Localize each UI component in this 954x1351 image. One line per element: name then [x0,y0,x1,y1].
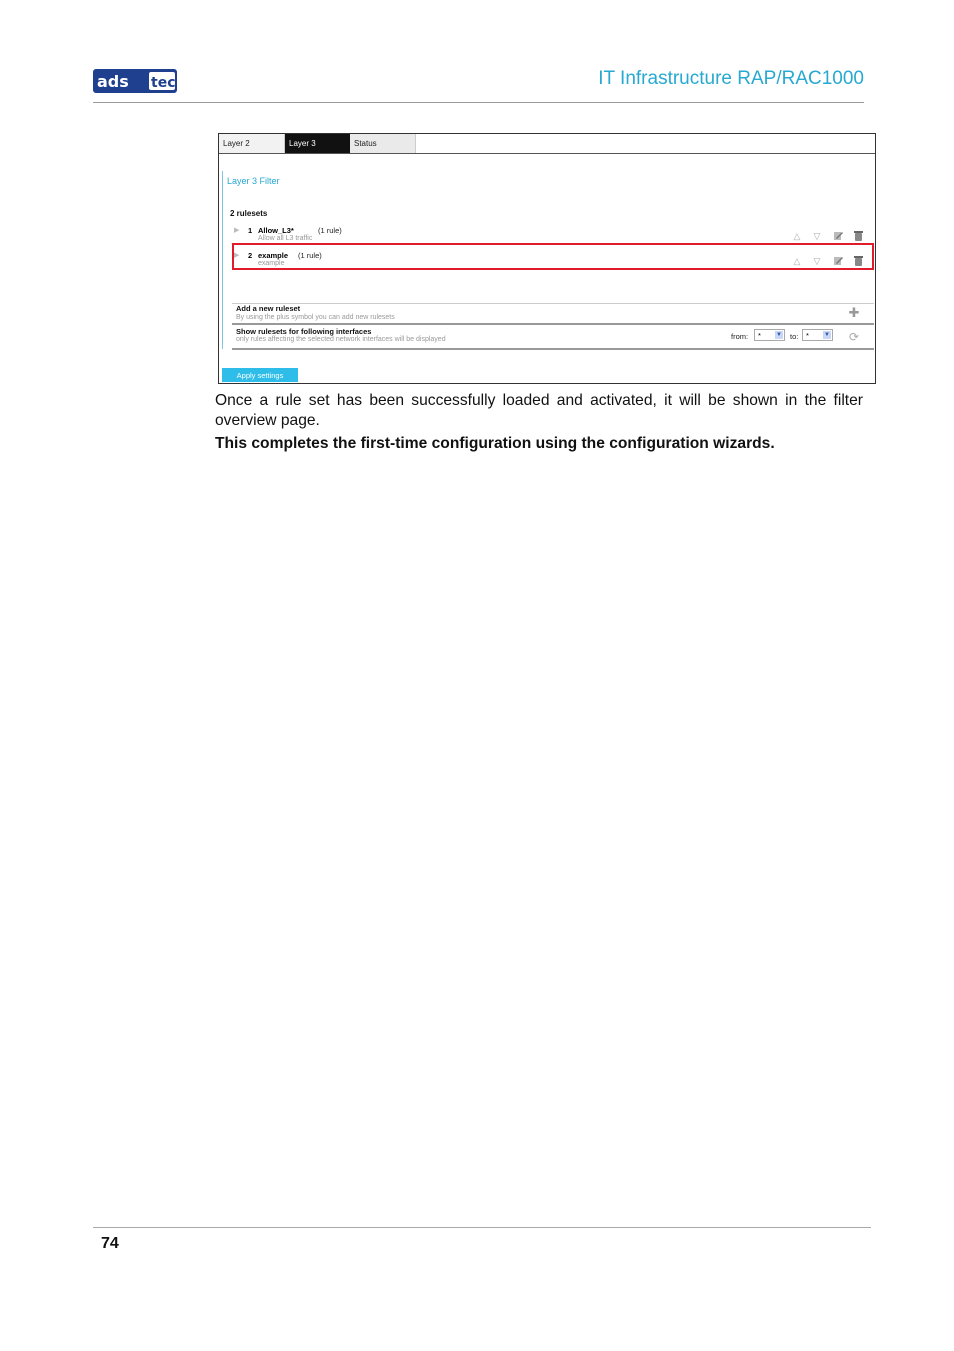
highlight-box [232,243,874,270]
ruleset-actions: △ ▽ [791,230,871,242]
ruleset-name: Allow_L3* [258,226,294,235]
tab-bar: Layer 2 Layer 3 Status [219,134,875,154]
ruleset-count: 2 rulesets [230,209,268,218]
tab-layer-3[interactable]: Layer 3 [285,134,350,153]
svg-text:tec: tec [151,75,176,91]
body-paragraph: Once a rule set has been successfully lo… [215,392,863,429]
interface-filter-title: Show rulesets for following interfaces [236,327,372,336]
move-down-icon[interactable]: ▽ [811,230,823,242]
from-interface-select[interactable]: * ▼ [754,329,785,341]
from-select-value: * [758,331,761,340]
page-number: 74 [101,1235,119,1252]
divider [232,348,874,350]
body-bold-line: This completes the first-time configurat… [215,435,775,452]
section-title: Layer 3 Filter [227,176,280,186]
delete-icon[interactable] [852,230,864,242]
tab-status[interactable]: Status [350,134,416,153]
add-plus-icon[interactable]: ✚ [848,306,860,319]
header-divider [93,102,864,103]
refresh-icon[interactable]: ⟳ [848,331,860,343]
adstec-logo: ads tec [93,68,177,94]
expand-triangle-icon[interactable]: ▶ [234,226,239,234]
add-ruleset-title: Add a new ruleset [236,304,301,313]
chevron-down-icon: ▼ [823,331,831,339]
to-label: to: [790,332,799,341]
to-interface-select[interactable]: * ▼ [802,329,833,341]
chevron-down-icon: ▼ [775,331,783,339]
ruleset-index: 1 [248,226,253,235]
divider [232,303,874,304]
footer-divider [93,1227,871,1228]
divider [232,323,874,325]
section-accent-bar [222,171,223,349]
edit-icon[interactable] [832,230,844,242]
add-ruleset-subtitle: By using the plus symbol you can add new… [236,314,395,321]
to-select-value: * [806,331,809,340]
ruleset-rule-count: (1 rule) [318,226,342,235]
move-up-icon[interactable]: △ [791,230,803,242]
layer3-filter-screenshot: Layer 2 Layer 3 Status Layer 3 Filter 2 … [218,133,876,384]
ruleset-description: Allow all L3 traffic [258,235,313,242]
tab-layer-2[interactable]: Layer 2 [219,134,285,153]
from-label: from: [731,332,749,341]
interface-filter-subtitle: only rules affecting the selected networ… [236,336,446,343]
svg-text:ads: ads [97,72,129,91]
apply-settings-button[interactable]: Apply settings [222,368,298,382]
document-header-title: IT Infrastructure RAP/RAC1000 [598,68,864,89]
